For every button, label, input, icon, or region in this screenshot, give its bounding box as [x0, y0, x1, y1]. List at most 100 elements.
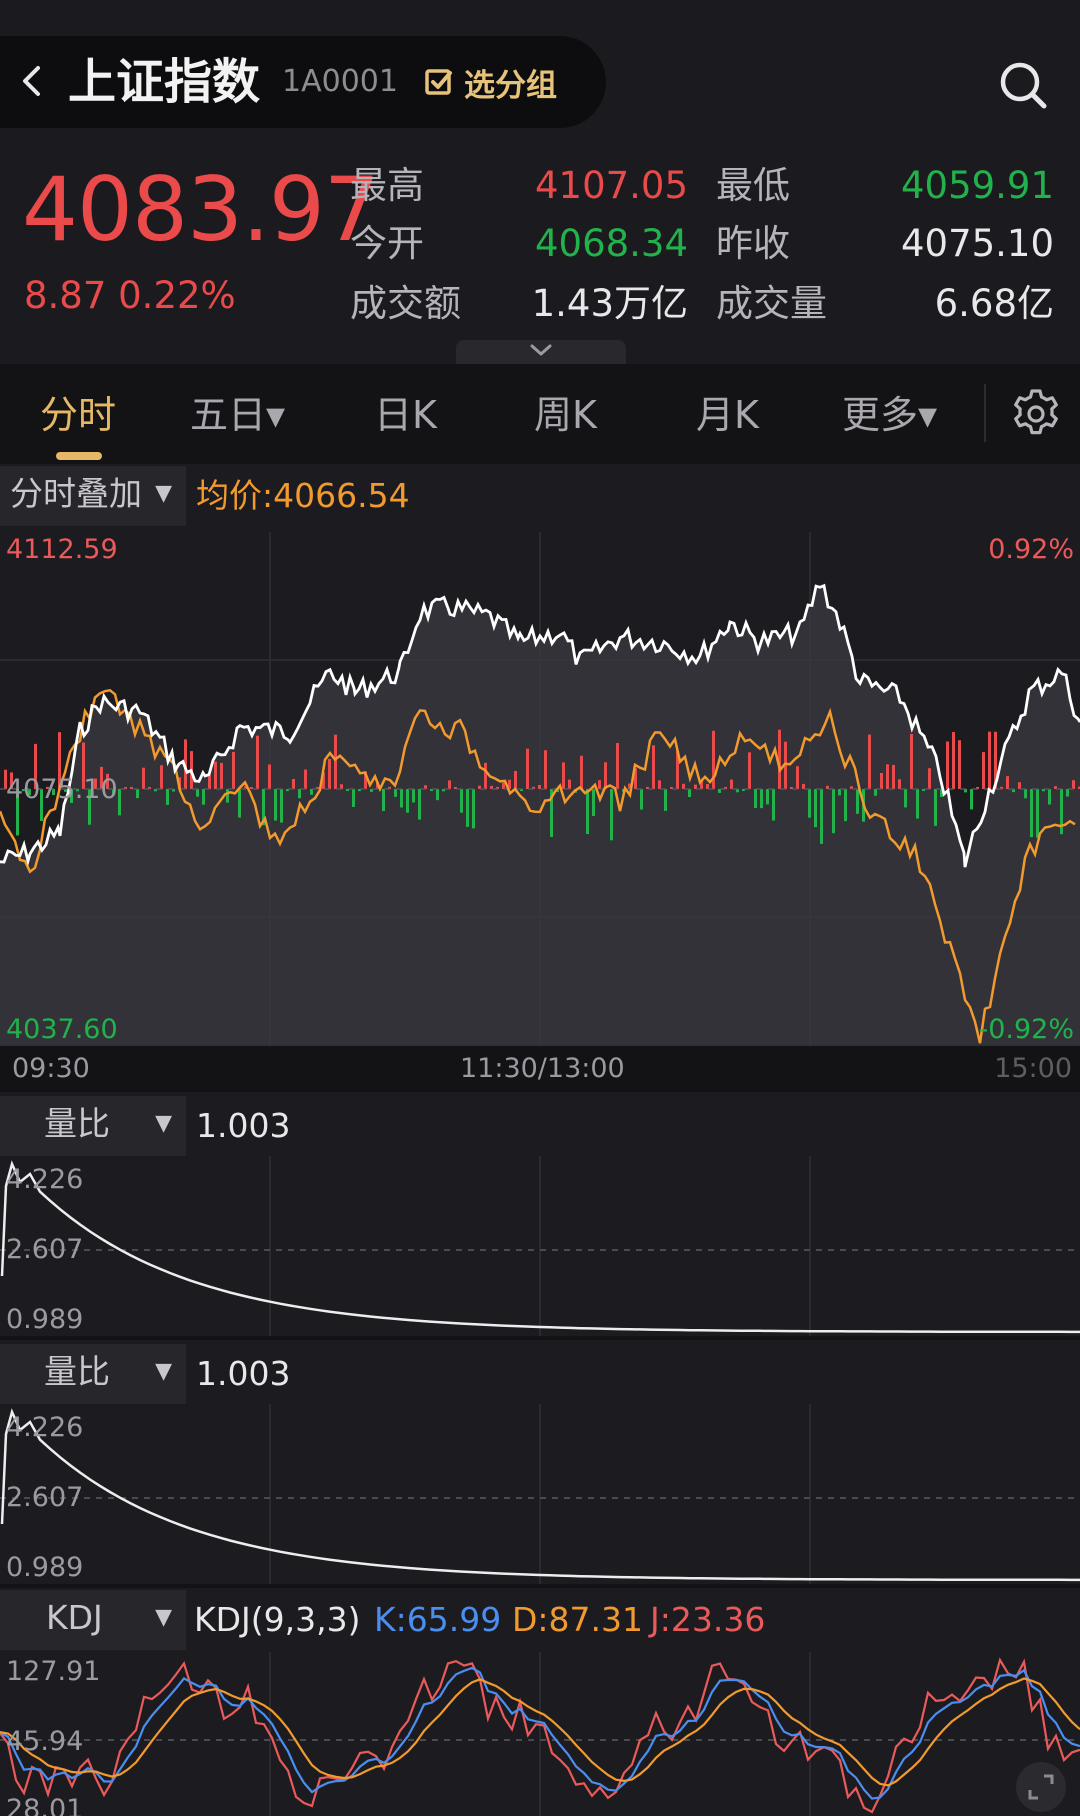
select-group-button[interactable]: 选分组	[424, 60, 557, 104]
volratio-chart-2[interactable]	[0, 1404, 1080, 1584]
volume-bar	[118, 789, 121, 816]
tab-divider	[984, 384, 986, 442]
quote-label-high: 最高	[350, 164, 424, 207]
kdj-k-value: K:65.99	[374, 1600, 502, 1639]
quote-label-low: 最低	[716, 164, 790, 207]
volume-bar	[688, 789, 691, 798]
volume-bar	[1006, 776, 1009, 789]
volratio1-y-bottom: 0.989	[6, 1304, 84, 1335]
volume-bar	[274, 789, 277, 821]
tab-weekly-k[interactable]: 周K	[534, 390, 597, 440]
kdj-d-value: D:87.31	[512, 1600, 644, 1639]
volume-bar	[664, 789, 667, 811]
volume-bar	[982, 752, 985, 789]
volume-bar	[136, 789, 139, 799]
volume-bar	[142, 767, 145, 789]
intraday-chart[interactable]	[0, 532, 1080, 1046]
volume-bar	[406, 789, 409, 813]
kdj-j-value: J:23.36	[650, 1600, 766, 1639]
tab-five-day[interactable]: 五日▾	[190, 390, 285, 440]
volume-bar	[160, 765, 163, 789]
volume-bar	[748, 752, 751, 789]
quote-value-low: 4059.91	[900, 164, 1054, 207]
volume-bar	[838, 789, 841, 796]
volume-bar	[196, 789, 199, 797]
expand-quote-button[interactable]	[456, 340, 626, 364]
volume-bar	[910, 734, 913, 789]
volume-bar	[418, 789, 421, 820]
volume-bar	[514, 770, 517, 789]
volratio-chart-1[interactable]	[0, 1156, 1080, 1336]
volratio-value-2: 1.003	[196, 1354, 291, 1393]
volume-bar	[1030, 789, 1033, 838]
volume-bar	[946, 741, 949, 789]
volratio1-y-mid: 2.607	[6, 1234, 84, 1265]
volume-bar	[598, 780, 601, 789]
volume-bar	[928, 768, 931, 789]
volume-bar	[1072, 780, 1075, 789]
kdj-selector[interactable]: KDJ ▼	[0, 1590, 186, 1650]
volratio-selector-1[interactable]: 量比 ▼	[0, 1096, 186, 1156]
settings-gear-icon[interactable]	[1010, 388, 1062, 440]
volume-bar	[568, 779, 571, 789]
volume-ratio-line	[0, 1160, 1080, 1334]
kdj-y-mid: 45.94	[6, 1726, 84, 1757]
quote-value-high: 4107.05	[534, 164, 688, 207]
volume-bar	[754, 789, 757, 808]
overlay-selector-label: 分时叠加	[10, 474, 142, 513]
quote-label-turnover: 成交额	[350, 282, 461, 325]
volume-bar	[298, 789, 301, 799]
tab-daily-k[interactable]: 日K	[374, 390, 437, 440]
volume-bar	[280, 789, 283, 823]
tab-more[interactable]: 更多▾	[842, 390, 937, 440]
volume-bar	[1036, 789, 1039, 838]
volume-bar	[916, 789, 919, 819]
quote-label-prev-close: 昨收	[716, 222, 790, 265]
volume-bar	[610, 789, 613, 841]
volume-bar	[238, 789, 241, 818]
volume-bar	[904, 789, 907, 808]
checkbox-edit-icon	[425, 69, 452, 95]
time-end: 15:00	[994, 1053, 1072, 1084]
back-chevron-icon[interactable]	[14, 63, 50, 99]
volume-bar	[760, 789, 763, 809]
volume-bar	[988, 731, 991, 789]
volume-bar	[448, 780, 451, 789]
volume-bar	[544, 750, 547, 789]
volume-bar	[310, 789, 313, 795]
volume-bar	[796, 766, 799, 789]
dropdown-triangle-icon: ▼	[155, 1359, 172, 1384]
volume-bar	[1066, 789, 1069, 797]
fullscreen-button[interactable]	[1016, 1762, 1066, 1812]
volume-bar	[1018, 782, 1021, 789]
volume-bar	[886, 764, 889, 789]
quote-value-prev-close: 4075.10	[900, 222, 1054, 265]
volume-bar	[658, 780, 661, 789]
volratio-selector-2[interactable]: 量比 ▼	[0, 1344, 186, 1404]
quote-value-turnover: 1.43万亿	[531, 282, 688, 325]
volume-bar	[304, 769, 307, 789]
kdj-y-top: 127.91	[6, 1656, 101, 1687]
select-group-label: 选分组	[464, 67, 557, 104]
dropdown-triangle-icon: ▼	[155, 1605, 172, 1630]
overlay-selector[interactable]: 分时叠加 ▼	[0, 466, 186, 526]
volume-bar	[226, 789, 229, 803]
tab-monthly-k[interactable]: 月K	[696, 390, 759, 440]
tab-intraday[interactable]: 分时	[40, 390, 116, 440]
volratio-selector-label-1: 量比	[44, 1104, 110, 1143]
volume-bar	[352, 789, 355, 807]
volume-bar	[1060, 789, 1063, 835]
volume-bar	[640, 789, 643, 810]
kdj-selector-label: KDJ	[46, 1598, 103, 1637]
volume-bar	[802, 783, 805, 789]
intraday-pct-bottom: -0.92%	[978, 1014, 1074, 1045]
kdj-chart[interactable]	[0, 1652, 1080, 1816]
time-start: 09:30	[12, 1053, 90, 1084]
volume-bar	[814, 789, 817, 828]
stock-title: 上证指数	[68, 54, 261, 110]
search-icon[interactable]	[996, 58, 1050, 112]
volume-bar	[526, 748, 529, 789]
dropdown-triangle-icon: ▼	[155, 1111, 172, 1136]
volume-bar	[334, 734, 337, 789]
intraday-y-top: 4112.59	[6, 534, 118, 565]
